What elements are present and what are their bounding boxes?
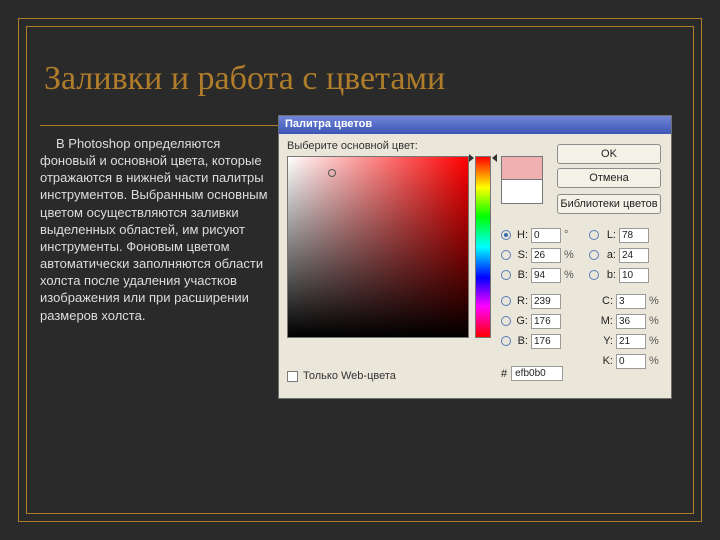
row-k: K: 0 %	[599, 352, 661, 370]
input-m[interactable]: 36	[616, 314, 646, 329]
ok-button[interactable]: OK	[557, 144, 661, 164]
sv-marker-icon	[328, 169, 336, 177]
row-g: G: 176	[501, 312, 561, 330]
input-b[interactable]: 176	[531, 334, 561, 349]
row-l: L: 78	[589, 226, 649, 244]
row-y: Y: 21 %	[599, 332, 661, 350]
input-hex[interactable]: efb0b0	[511, 366, 563, 381]
radio-lab-b[interactable]	[589, 270, 599, 280]
input-c[interactable]: 3	[616, 294, 646, 309]
row-b: B: 176	[501, 332, 561, 350]
row-hex: # efb0b0	[501, 366, 563, 381]
sv-field[interactable]	[287, 156, 469, 338]
input-h[interactable]: 0	[531, 228, 561, 243]
slide: Заливки и работа с цветами В Photoshop о…	[0, 0, 720, 540]
label-bright: B:	[514, 269, 528, 281]
input-r[interactable]: 239	[531, 294, 561, 309]
hue-arrow-left-icon	[469, 154, 474, 162]
label-m: M:	[599, 315, 613, 327]
input-s[interactable]: 26	[531, 248, 561, 263]
title-rule	[40, 125, 278, 126]
cancel-button[interactable]: Отмена	[557, 168, 661, 188]
input-a[interactable]: 24	[619, 248, 649, 263]
unit-k: %	[649, 355, 661, 367]
radio-s[interactable]	[501, 250, 511, 260]
radio-bright[interactable]	[501, 270, 511, 280]
dialog-titlebar[interactable]: Палитра цветов	[279, 116, 671, 134]
label-r: R:	[514, 295, 528, 307]
input-lab-b[interactable]: 10	[619, 268, 649, 283]
slide-body-text: В Photoshop определяются фоновый и основ…	[40, 136, 268, 323]
radio-r[interactable]	[501, 296, 511, 306]
unit-c: %	[649, 295, 661, 307]
label-k: K:	[599, 355, 613, 367]
radio-b[interactable]	[501, 336, 511, 346]
hash-icon: #	[501, 368, 507, 380]
label-g: G:	[514, 315, 528, 327]
input-l[interactable]: 78	[619, 228, 649, 243]
libraries-button[interactable]: Библиотеки цветов	[557, 194, 661, 214]
row-h: H: 0 °	[501, 226, 576, 244]
swatch-old[interactable]	[501, 180, 543, 204]
unit-bright: %	[564, 269, 576, 281]
radio-l[interactable]	[589, 230, 599, 240]
label-b: B:	[514, 335, 528, 347]
unit-m: %	[649, 315, 661, 327]
row-lab-b: b: 10	[589, 266, 649, 284]
label-lab-b: b:	[602, 269, 616, 281]
row-s: S: 26 %	[501, 246, 576, 264]
row-a: a: 24	[589, 246, 649, 264]
label-a: a:	[602, 249, 616, 261]
input-bright[interactable]: 94	[531, 268, 561, 283]
hue-arrow-right-icon	[492, 154, 497, 162]
radio-a[interactable]	[589, 250, 599, 260]
input-y[interactable]: 21	[616, 334, 646, 349]
input-g[interactable]: 176	[531, 314, 561, 329]
radio-h[interactable]	[501, 230, 511, 240]
row-c: C: 3 %	[599, 292, 661, 310]
checkbox-icon	[287, 371, 298, 382]
row-bright: B: 94 %	[501, 266, 576, 284]
web-only-checkbox[interactable]: Только Web-цвета	[287, 370, 396, 382]
row-m: M: 36 %	[599, 312, 661, 330]
input-k[interactable]: 0	[616, 354, 646, 369]
row-r: R: 239	[501, 292, 561, 310]
slide-body: В Photoshop определяются фоновый и основ…	[40, 135, 278, 324]
unit-h: °	[564, 229, 576, 241]
color-picker-dialog: Палитра цветов Выберите основной цвет: O…	[278, 115, 672, 399]
label-c: C:	[599, 295, 613, 307]
unit-s: %	[564, 249, 576, 261]
label-s: S:	[514, 249, 528, 261]
slide-title: Заливки и работа с цветами	[44, 60, 445, 98]
swatch-new[interactable]	[501, 156, 543, 180]
web-only-label: Только Web-цвета	[303, 370, 396, 382]
unit-y: %	[649, 335, 661, 347]
radio-g[interactable]	[501, 316, 511, 326]
label-l: L:	[602, 229, 616, 241]
hue-slider[interactable]	[475, 156, 491, 338]
prompt-label: Выберите основной цвет:	[287, 140, 418, 152]
label-y: Y:	[599, 335, 613, 347]
label-h: H:	[514, 229, 528, 241]
dialog-body: Выберите основной цвет: OK Отмена Библио…	[279, 134, 671, 398]
